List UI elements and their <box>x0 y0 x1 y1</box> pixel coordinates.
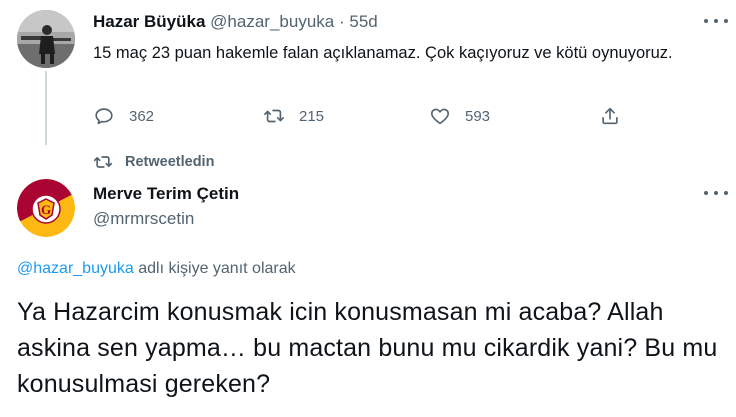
replying-to-label: adlı kişiye yanıt olarak <box>133 260 296 277</box>
speech-bubble-icon <box>95 108 113 125</box>
galatasaray-logo-icon: G <box>17 179 75 237</box>
reply-count: 362 <box>129 107 155 125</box>
more-options-icon[interactable] <box>704 188 728 198</box>
tweet-text: 15 maç 23 puan hakemle falan açıklanamaz… <box>93 44 673 62</box>
heart-icon <box>430 108 450 125</box>
tweet-text: Ya Hazarcim konusmak icin konusmasan mi … <box>17 298 718 398</box>
retweet-button[interactable]: 215 <box>263 104 324 128</box>
replying-to: @hazar_buyuka adlı kişiye yanıt olarak <box>17 260 296 278</box>
like-count: 593 <box>465 107 491 125</box>
retweet-icon <box>93 156 113 168</box>
tweet-time[interactable]: 55d <box>349 12 377 31</box>
reply-mention-link[interactable]: @hazar_buyuka <box>17 260 134 277</box>
profile-photo <box>17 10 75 68</box>
tweet-actions: 362 215 593 <box>93 104 633 128</box>
reply-button[interactable]: 362 <box>93 104 154 128</box>
retweeted-label[interactable]: Retweetledin <box>125 154 214 170</box>
tweet-header: Hazar Büyüka @hazar_buyuka · 55d <box>93 12 378 32</box>
svg-text:G: G <box>41 202 51 217</box>
avatar[interactable]: G <box>17 179 75 237</box>
original-tweet[interactable]: Hazar Büyüka @hazar_buyuka · 55d 15 maç … <box>0 0 736 150</box>
share-button[interactable] <box>599 104 621 128</box>
like-button[interactable]: 593 <box>429 104 490 128</box>
retweet-count: 215 <box>299 107 325 125</box>
share-icon <box>602 107 618 125</box>
avatar[interactable] <box>17 10 75 68</box>
handle[interactable]: @hazar_buyuka <box>210 12 334 31</box>
display-name[interactable]: Merve Terim Çetin <box>93 184 239 204</box>
thread-line <box>45 71 47 145</box>
separator: · <box>338 12 345 31</box>
handle[interactable]: @mrmrscetin <box>93 209 194 229</box>
retweeted-notice: Retweetledin <box>93 152 214 172</box>
more-options-icon[interactable] <box>704 16 728 26</box>
retweet-icon <box>264 109 284 123</box>
display-name[interactable]: Hazar Büyüka <box>93 12 205 31</box>
